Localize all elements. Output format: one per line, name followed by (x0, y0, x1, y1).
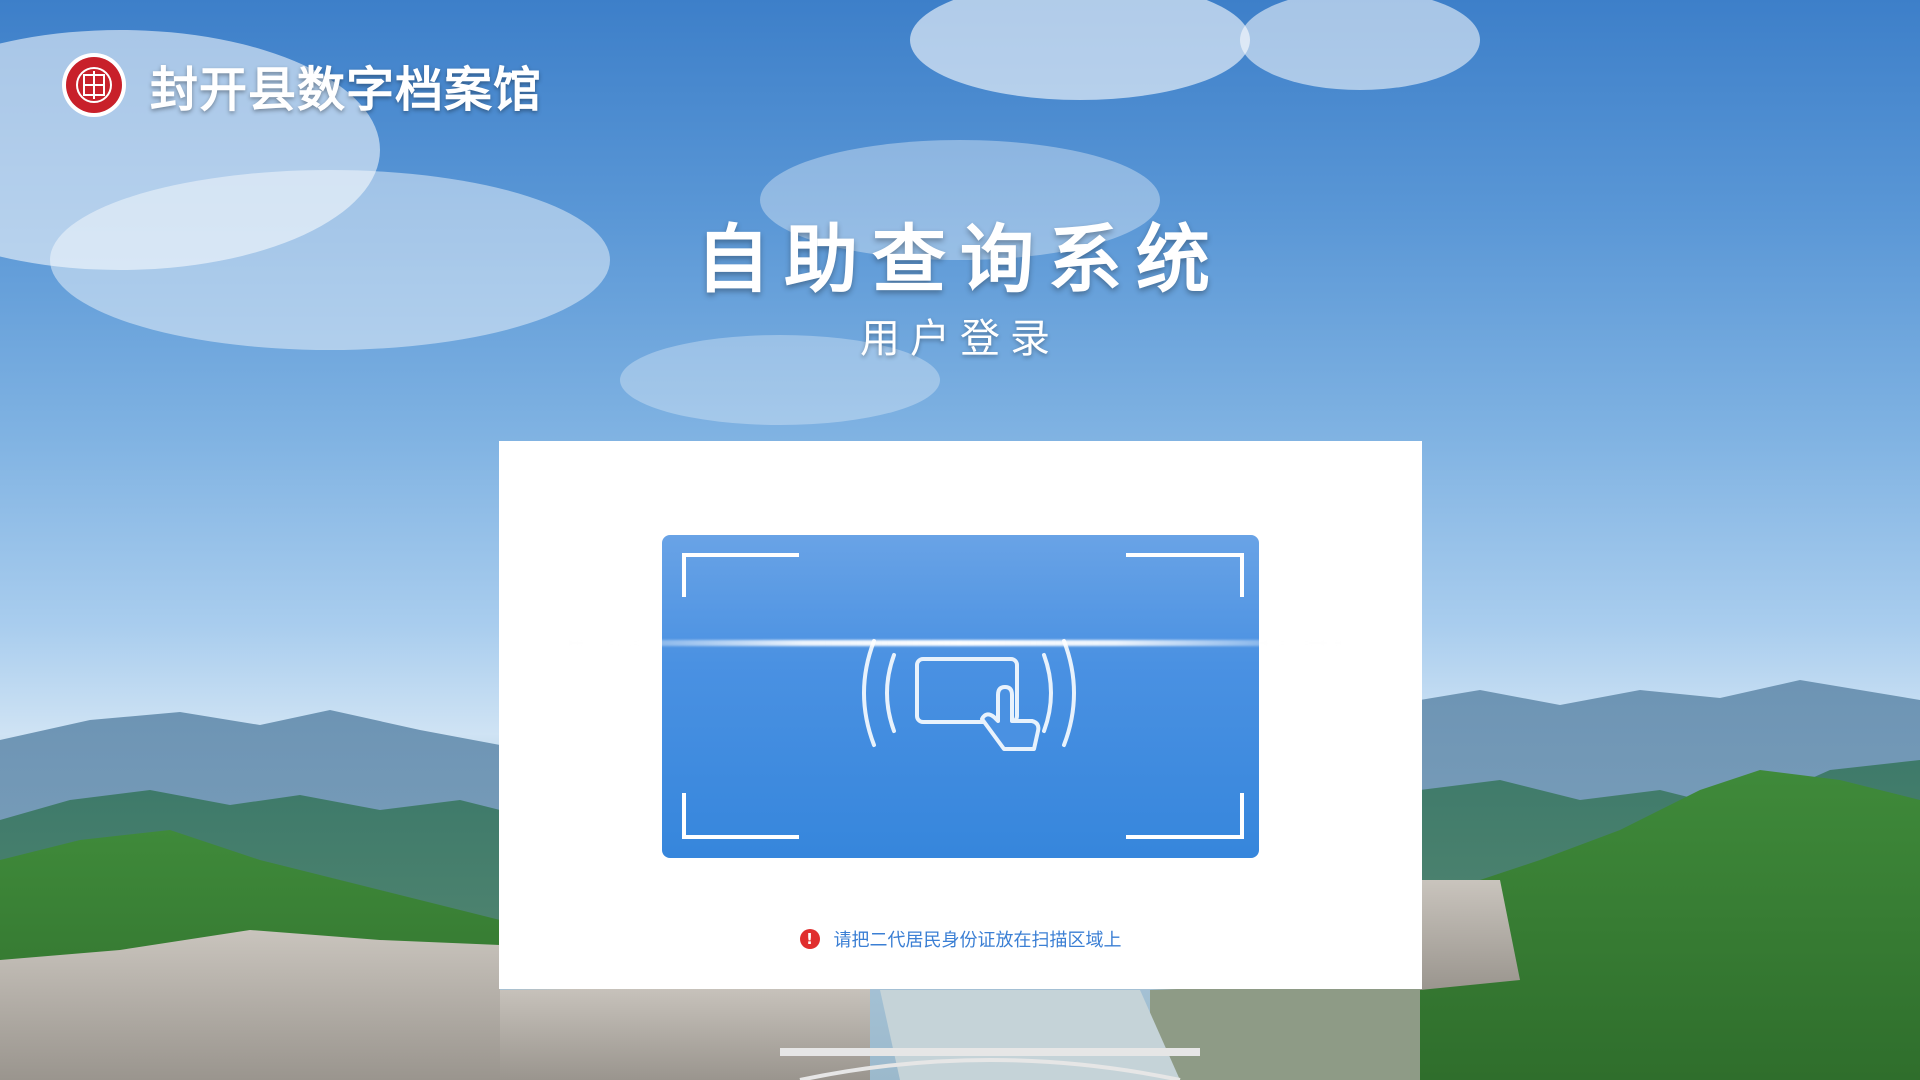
id-card-scan-area[interactable] (662, 535, 1259, 858)
scan-corner-brackets (682, 553, 1244, 839)
login-screen: 封开县数字档案馆 自助查询系统 用户登录 ! 请把二代居民身份证放在扫描区域上 (0, 0, 1920, 1080)
id-card-tap-icon (862, 639, 1076, 751)
site-title: 封开县数字档案馆 (150, 62, 543, 118)
site-header: 封开县数字档案馆 (62, 50, 542, 120)
system-title: 自助查询系统 (696, 217, 1224, 303)
scan-hint-text: 请把二代居民身份证放在扫描区域上 (833, 930, 1122, 951)
exclamation-circle-icon: ! (799, 929, 820, 949)
scan-frame (682, 553, 1244, 839)
login-subtitle: 用户登录 (860, 316, 1060, 362)
scan-light-line (569, 640, 1349, 646)
scan-hint: ! 请把二代居民身份证放在扫描区域上 (499, 926, 1422, 952)
archive-logo (62, 53, 126, 117)
login-panel: ! 请把二代居民身份证放在扫描区域上 (499, 441, 1422, 989)
archive-seal-icon (66, 57, 122, 113)
